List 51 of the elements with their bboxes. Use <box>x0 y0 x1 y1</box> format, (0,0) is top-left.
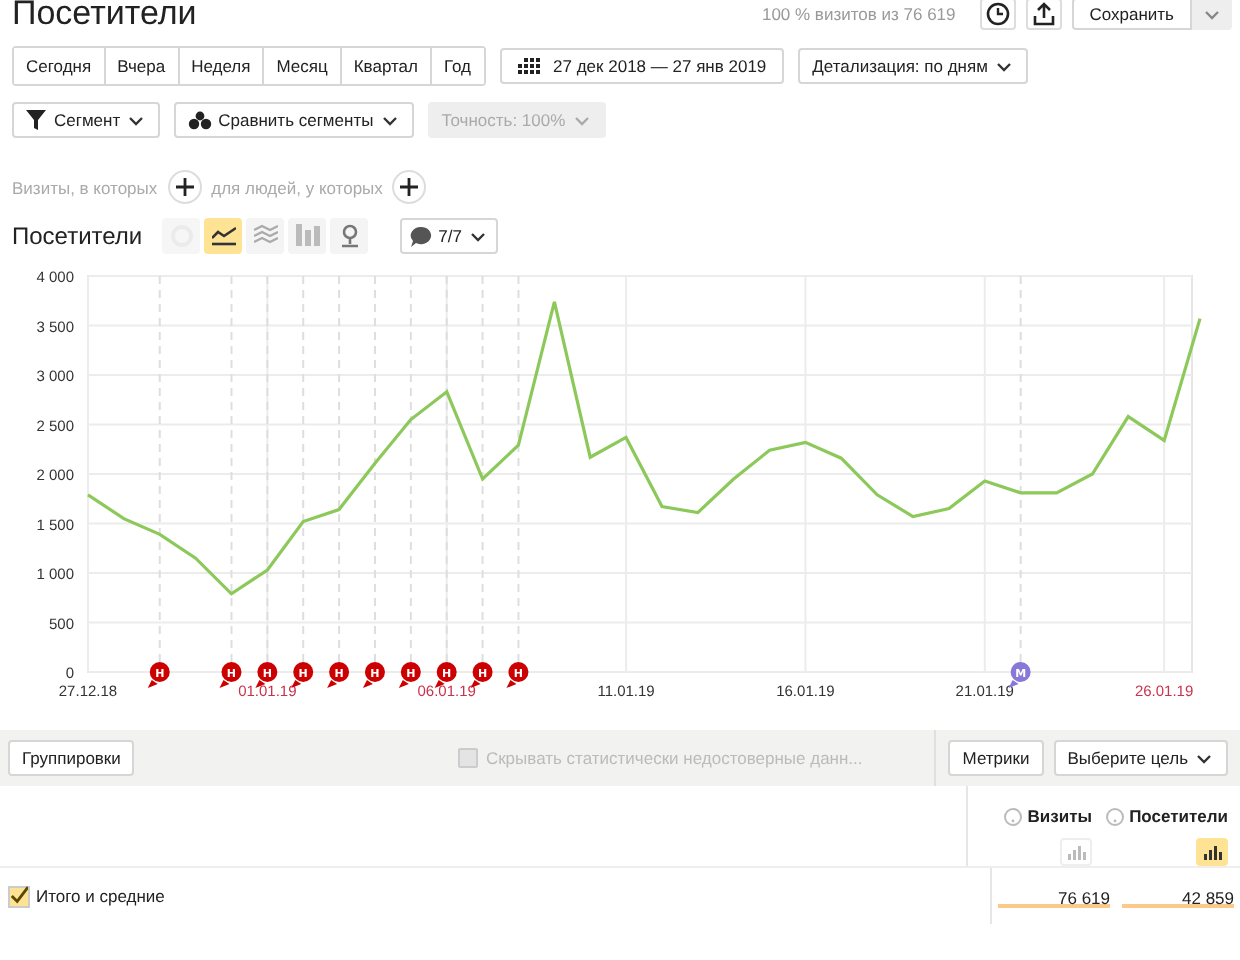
caret-icon <box>379 111 400 129</box>
history-button[interactable] <box>979 0 1016 30</box>
column-header[interactable]: Визиты <box>1027 806 1092 826</box>
chart-toggle-button[interactable] <box>1060 838 1092 866</box>
bar-chart-icon <box>1203 844 1221 860</box>
row-label: Итого и средние <box>36 886 165 906</box>
caret-icon <box>993 57 1014 75</box>
date-range-button[interactable]: 27 дек 2018 — 27 янв 2019 <box>499 48 785 84</box>
save-button[interactable]: Сохранить <box>1071 0 1192 30</box>
bar-chart-icon <box>1067 844 1085 860</box>
table-chart-icon <box>295 224 320 248</box>
goal-dropdown[interactable]: Выберите цель <box>1053 740 1228 776</box>
table-cell: 42 859 <box>1122 868 1234 908</box>
period-tab[interactable]: Год <box>429 48 484 84</box>
chart-title: Посетители <box>12 222 143 250</box>
caret-icon <box>126 111 147 129</box>
comment-icon <box>410 225 433 247</box>
add-condition-button[interactable] <box>392 170 427 204</box>
save-menu-button[interactable] <box>1192 0 1232 30</box>
upload-icon <box>1031 2 1056 26</box>
plus-icon <box>175 178 194 196</box>
filter-icon <box>26 110 48 130</box>
line-chart-icon <box>211 224 236 248</box>
map-pin-icon <box>337 224 362 248</box>
caret-icon <box>467 227 488 245</box>
groupings-button[interactable]: Группировки <box>8 740 135 776</box>
column-header[interactable]: Посетители <box>1129 806 1228 826</box>
add-condition-button[interactable] <box>167 170 202 204</box>
segment-button[interactable]: Сегмент <box>12 102 161 138</box>
drops-icon <box>188 110 213 130</box>
condition-label: Визиты, в которых <box>12 177 158 197</box>
sampling-info: 100 % визитов из 76 619 <box>761 4 956 24</box>
check-icon <box>10 886 28 906</box>
export-button[interactable] <box>1025 0 1062 30</box>
clock-icon <box>985 2 1010 26</box>
stacked-chart-icon <box>253 224 278 248</box>
chart-type-button[interactable] <box>204 218 243 254</box>
detail-dropdown[interactable]: Детализация: по дням <box>798 48 1028 84</box>
caret-icon <box>571 111 592 129</box>
compare-segments-button[interactable]: Сравнить сегменты <box>174 102 414 138</box>
metrics-button[interactable]: Метрики <box>948 740 1044 776</box>
table-cell: 76 619 <box>998 868 1110 908</box>
chart-toggle-button[interactable] <box>1196 838 1228 866</box>
plus-icon <box>400 178 419 196</box>
caret-icon <box>1194 749 1214 767</box>
notes-dropdown[interactable]: 7/7 <box>400 218 498 254</box>
calendar-icon <box>517 57 542 75</box>
page-title: Посетители <box>12 0 199 34</box>
condition-label: для людей, у которых <box>211 177 383 197</box>
row-checkbox[interactable] <box>8 885 30 907</box>
caret-icon <box>1202 5 1222 23</box>
